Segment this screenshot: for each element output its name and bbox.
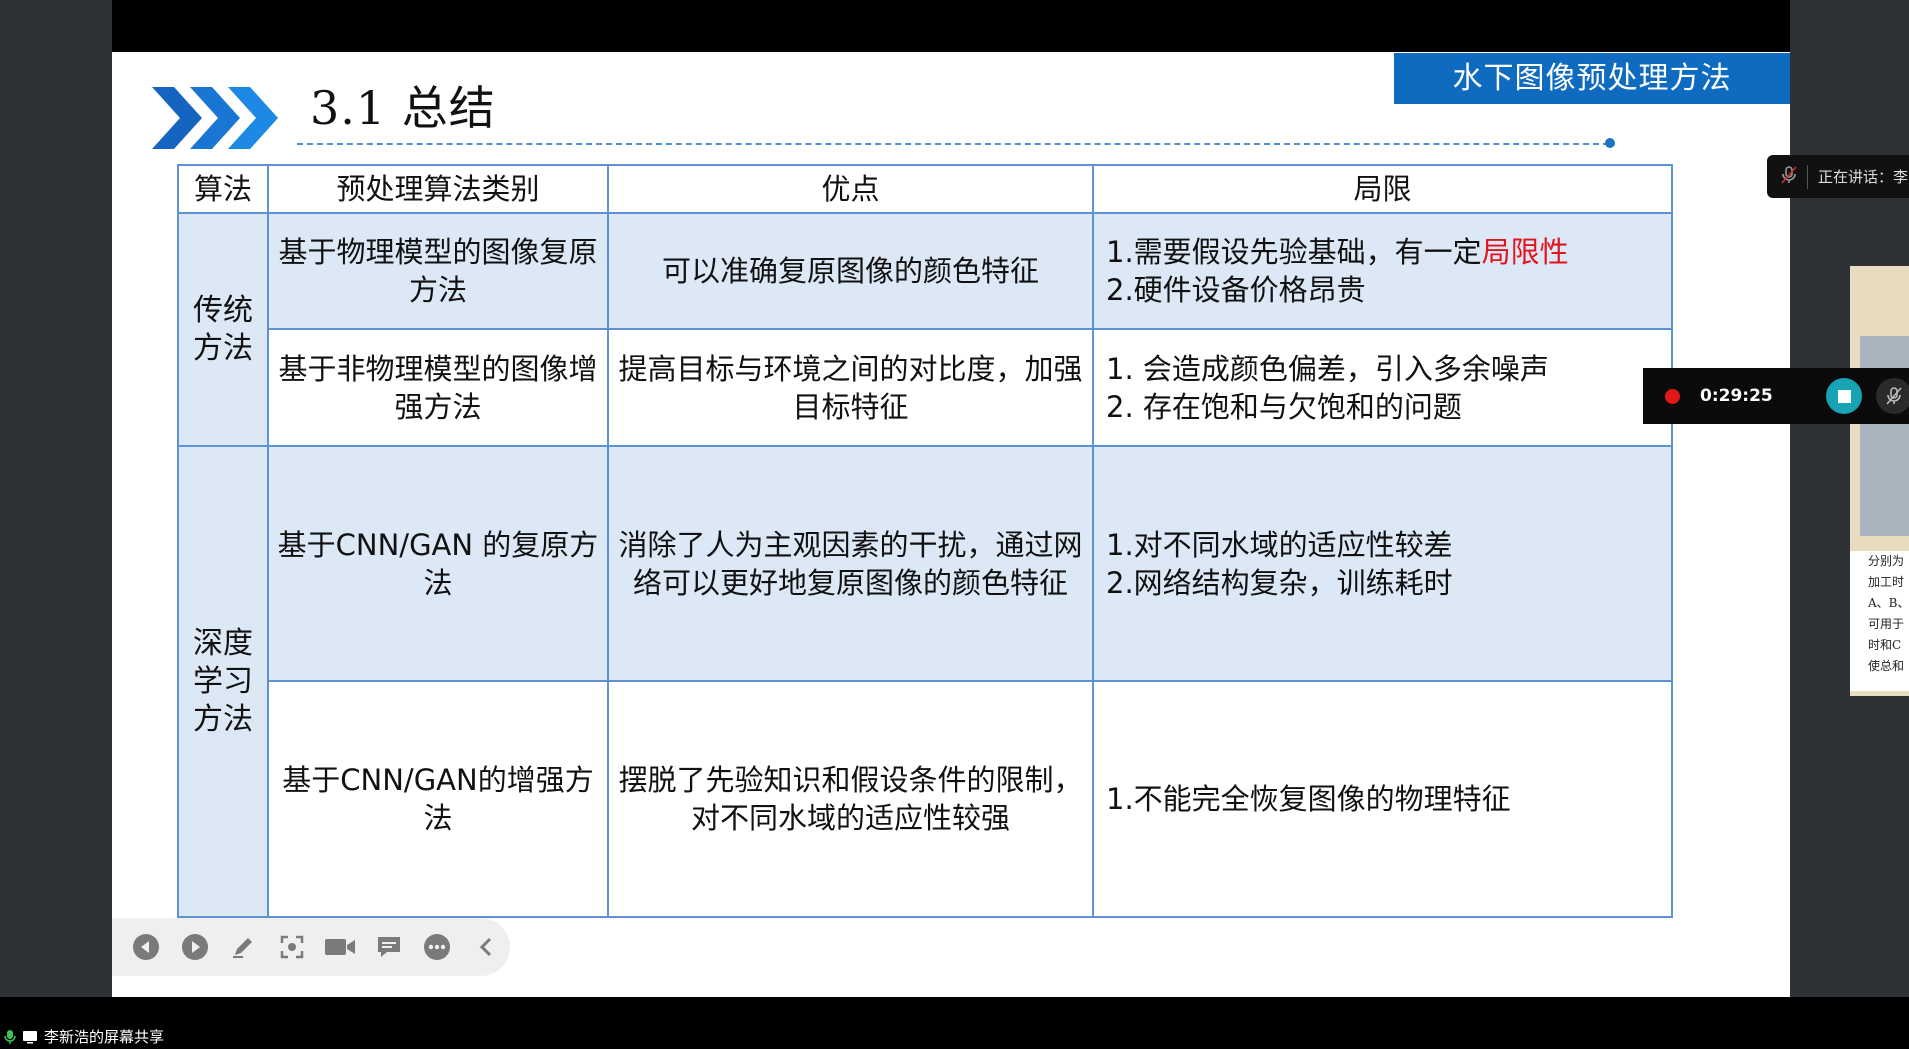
top-black-bar — [0, 0, 1909, 52]
section-label: 水下图像预处理方法 — [1394, 53, 1790, 104]
muted-mic-icon — [1781, 165, 1797, 188]
pen-icon[interactable] — [219, 927, 268, 967]
highlight-text: 局限性 — [1481, 235, 1569, 269]
title-divider — [297, 143, 1609, 145]
table-row: 深度学习方法 基于CNN/GAN 的复原方法 消除了人为主观因素的干扰，通过网络… — [177, 445, 1673, 918]
chevron-arrows-icon — [152, 87, 278, 149]
collapse-icon[interactable] — [462, 927, 511, 967]
recording-time: 0:29:25 — [1700, 386, 1773, 406]
table-row: 基于CNN/GAN的增强方法 摆脱了先验知识和假设条件的限制，对不同水域的适应性… — [178, 680, 1673, 918]
row-pros: 消除了人为主观因素的干扰，通过网络可以更好地复原图像的颜色特征 — [607, 445, 1094, 682]
prev-icon[interactable] — [122, 927, 171, 967]
header-category: 预处理算法类别 — [267, 164, 609, 214]
mic-off-icon — [1886, 387, 1902, 405]
divider-dot — [1605, 138, 1615, 148]
table-row: 传统方法 基于物理模型的图像复原方法 可以准确复原图像的颜色特征 1.需要假设先… — [177, 212, 1673, 447]
camera-icon[interactable] — [316, 927, 365, 967]
more-icon[interactable] — [413, 927, 462, 967]
group-deep-learning: 深度学习方法 — [177, 445, 269, 918]
recording-dot-icon — [1665, 388, 1680, 404]
header-limitations: 局限 — [1092, 164, 1673, 214]
table-header-row: 算法 预处理算法类别 优点 局限 — [177, 164, 1673, 214]
speaking-indicator: 正在讲话：李 — [1767, 155, 1909, 198]
row-type: 基于物理模型的图像复原方法 — [267, 212, 609, 330]
bottom-black-bar — [0, 997, 1909, 1049]
summary-table: 算法 预处理算法类别 优点 局限 传统方法 基于物理模型的图像复原方法 可以准确… — [177, 164, 1673, 918]
row-limits: 1. 会造成颜色偏差，引入多余噪声 2. 存在饱和与欠饱和的问题 — [1092, 328, 1673, 447]
screen-share-icon — [23, 1030, 37, 1043]
video-paper-text: 分别为 加工时 A、B、 可用于 时和C 使总和 — [1850, 551, 1909, 691]
left-gutter — [0, 0, 112, 1049]
row-pros: 摆脱了先验知识和假设条件的限制，对不同水域的适应性较强 — [607, 680, 1094, 918]
slide-title: 3.1 总结 — [310, 81, 496, 135]
table-row: 基于非物理模型的图像增强方法 提高目标与环境之间的对比度，加强目标特征 1. 会… — [178, 328, 1673, 447]
row-type: 基于CNN/GAN 的复原方法 — [267, 445, 609, 682]
presenter-toolbar — [112, 918, 510, 976]
zoom-icon[interactable] — [268, 927, 317, 967]
row-type: 基于CNN/GAN的增强方法 — [267, 680, 609, 918]
row-type: 基于非物理模型的图像增强方法 — [267, 328, 609, 447]
stop-recording-button[interactable] — [1826, 378, 1862, 414]
row-limits: 1.对不同水域的适应性较差 2.网络结构复杂，训练耗时 — [1092, 445, 1673, 682]
row-limits: 1.不能完全恢复图像的物理特征 — [1092, 680, 1673, 918]
next-icon[interactable] — [171, 927, 220, 967]
mic-toggle-button[interactable] — [1876, 378, 1909, 414]
row-limits: 1.需要假设先验基础，有一定局限性 2.硬件设备价格昂贵 — [1092, 212, 1673, 330]
row-pros: 可以准确复原图像的颜色特征 — [607, 212, 1094, 330]
mic-icon — [4, 1029, 16, 1044]
participant-video[interactable]: 分别为 加工时 A、B、 可用于 时和C 使总和 — [1850, 266, 1909, 696]
group-traditional: 传统方法 — [177, 212, 269, 447]
comment-icon[interactable] — [365, 927, 414, 967]
header-advantages: 优点 — [607, 164, 1094, 214]
speaking-label: 正在讲话：李 — [1818, 168, 1909, 186]
video-screen — [1860, 336, 1909, 536]
recording-bar: 0:29:25 — [1643, 368, 1909, 424]
row-pros: 提高目标与环境之间的对比度，加强目标特征 — [607, 328, 1094, 447]
header-algorithm: 算法 — [177, 164, 269, 214]
presentation-slide: 3.1 总结 水下图像预处理方法 算法 预处理算法类别 优点 局限 传统方法 基… — [112, 52, 1790, 997]
screen-share-label: 李新浩的屏幕共享 — [0, 1024, 164, 1049]
stop-icon — [1837, 389, 1851, 403]
